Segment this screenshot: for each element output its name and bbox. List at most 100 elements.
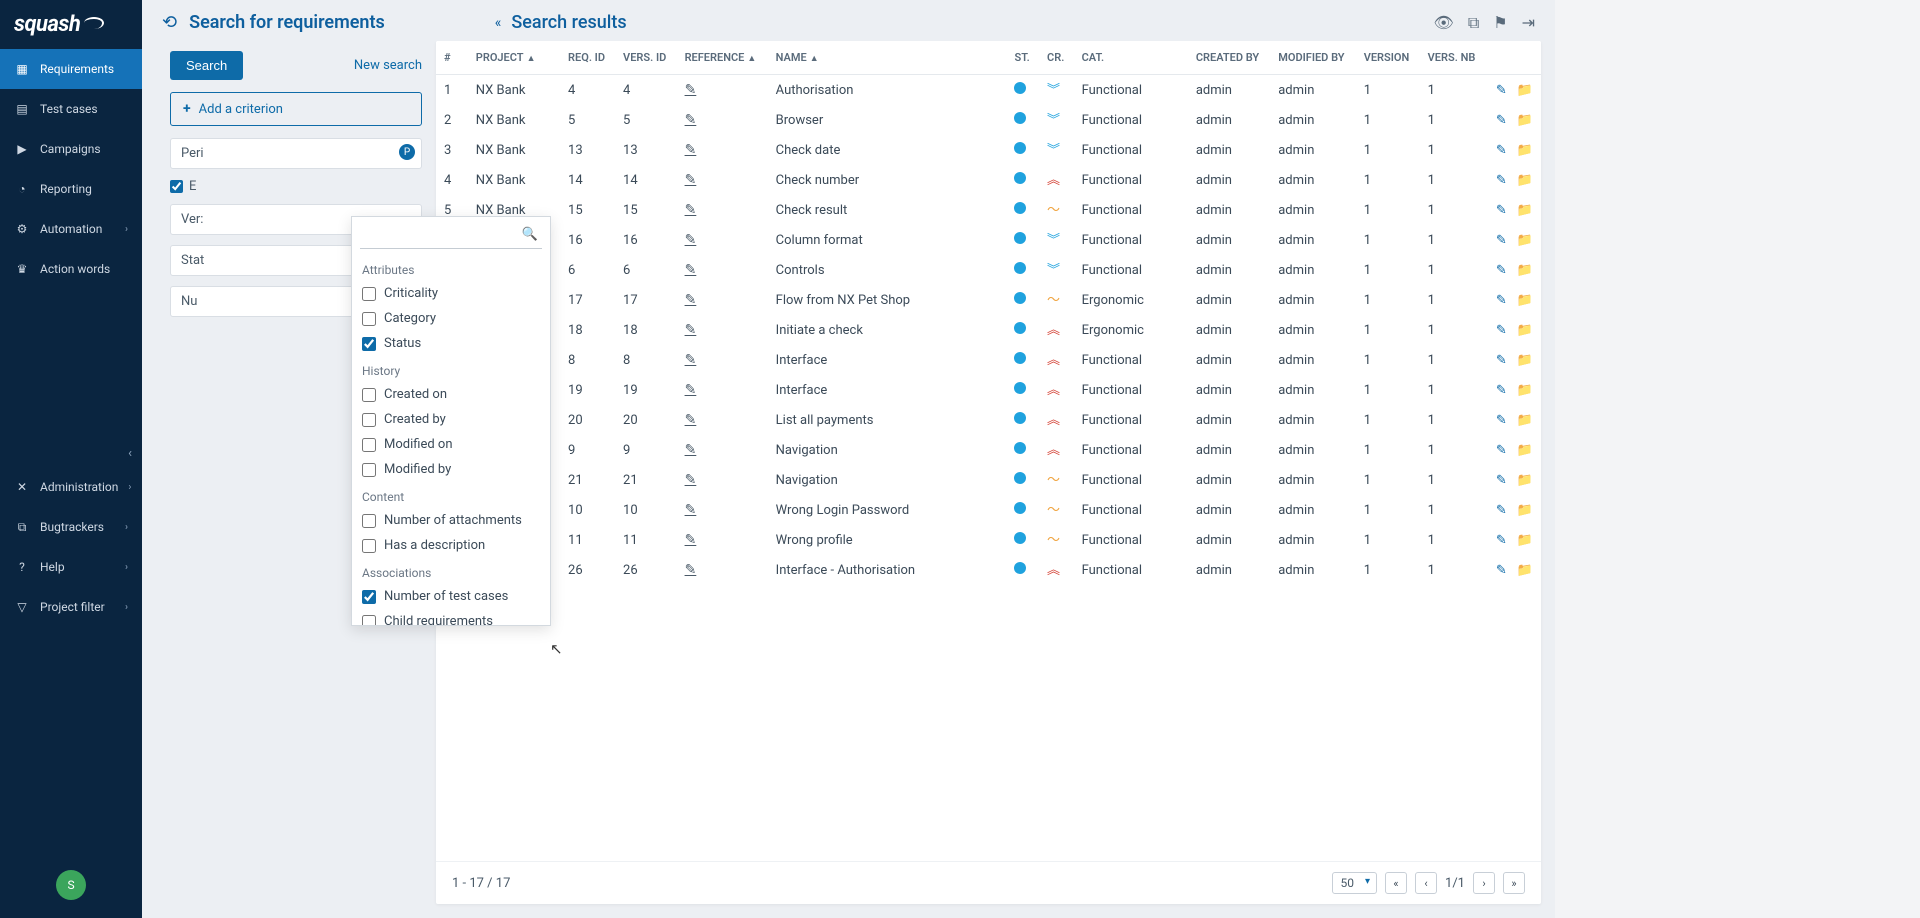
column-header[interactable]: NAME▲ bbox=[768, 41, 1007, 75]
row-edit-icon[interactable]: ✎ bbox=[1496, 233, 1507, 248]
row-folder-icon[interactable]: 📁 bbox=[1517, 533, 1533, 548]
nav-action-words[interactable]: ♛Action words bbox=[0, 249, 142, 289]
cell-reference[interactable]: ✎ bbox=[677, 255, 768, 285]
add-criterion-button[interactable]: + Add a criterion bbox=[170, 92, 422, 126]
dropdown-checkbox[interactable] bbox=[362, 287, 376, 301]
row-edit-icon[interactable]: ✎ bbox=[1496, 503, 1507, 518]
row-folder-icon[interactable]: 📁 bbox=[1517, 323, 1533, 338]
row-edit-icon[interactable]: ✎ bbox=[1496, 443, 1507, 458]
dropdown-checkbox[interactable] bbox=[362, 438, 376, 452]
eye-icon[interactable]: 👁 bbox=[1434, 13, 1454, 33]
table-row[interactable]: 1 NX Bank 4 4 ✎ Authorisation ︾ Function… bbox=[436, 75, 1541, 106]
nav-help[interactable]: ?Help› bbox=[0, 547, 142, 587]
table-row[interactable]: 4 NX Bank 14 14 ✎ Check number ︽ Functio… bbox=[436, 165, 1541, 195]
table-row[interactable]: 2 NX Bank 5 5 ✎ Browser ︾ Functional adm… bbox=[436, 105, 1541, 135]
edit-icon[interactable]: ✎ bbox=[685, 532, 697, 548]
row-edit-icon[interactable]: ✎ bbox=[1496, 113, 1507, 128]
edit-icon[interactable]: ✎ bbox=[685, 112, 697, 128]
row-folder-icon[interactable]: 📁 bbox=[1517, 443, 1533, 458]
row-edit-icon[interactable]: ✎ bbox=[1496, 323, 1507, 338]
edit-icon[interactable]: ✎ bbox=[685, 262, 697, 278]
row-folder-icon[interactable]: 📁 bbox=[1517, 563, 1533, 578]
column-header[interactable]: PROJECT▲ bbox=[468, 41, 560, 75]
column-header[interactable]: VERS. ID bbox=[615, 41, 677, 75]
dropdown-item[interactable]: Has a description bbox=[360, 533, 542, 558]
table-row[interactable]: 6 NX Bank 16 16 ✎ Column format ︾ Functi… bbox=[436, 225, 1541, 255]
dropdown-item[interactable]: Number of attachments bbox=[360, 508, 542, 533]
edit-icon[interactable]: ✎ bbox=[685, 382, 697, 398]
column-header[interactable]: VERS. NB bbox=[1420, 41, 1486, 75]
nav-campaigns[interactable]: ▶Campaigns bbox=[0, 129, 142, 169]
edit-icon[interactable]: ✎ bbox=[685, 352, 697, 368]
nav-bugtrackers[interactable]: ⧉Bugtrackers› bbox=[0, 507, 142, 547]
dropdown-checkbox[interactable] bbox=[362, 388, 376, 402]
cell-reference[interactable]: ✎ bbox=[677, 135, 768, 165]
sidebar-collapse-button[interactable]: ‹ bbox=[118, 440, 142, 467]
cell-reference[interactable]: ✎ bbox=[677, 285, 768, 315]
row-folder-icon[interactable]: 📁 bbox=[1517, 233, 1533, 248]
column-header[interactable]: REQ. ID bbox=[560, 41, 615, 75]
column-header[interactable]: CAT. bbox=[1074, 41, 1188, 75]
column-header[interactable]: # bbox=[436, 41, 468, 75]
dropdown-item[interactable]: Child requirements bbox=[360, 609, 542, 625]
nav-reporting[interactable]: ◔Reporting bbox=[0, 169, 142, 209]
pager-size-select[interactable]: 50 bbox=[1332, 872, 1378, 894]
row-folder-icon[interactable]: 📁 bbox=[1517, 173, 1533, 188]
row-folder-icon[interactable]: 📁 bbox=[1517, 473, 1533, 488]
row-folder-icon[interactable]: 📁 bbox=[1517, 413, 1533, 428]
cell-reference[interactable]: ✎ bbox=[677, 495, 768, 525]
table-row[interactable]: 13 NX Bank 9 9 ✎ Navigation ︽ Functional… bbox=[436, 435, 1541, 465]
dropdown-checkbox[interactable] bbox=[362, 539, 376, 553]
search-button[interactable]: Search bbox=[170, 51, 243, 80]
table-row[interactable]: 7 NX Bank 6 6 ✎ Controls ︾ Functional ad… bbox=[436, 255, 1541, 285]
cell-reference[interactable]: ✎ bbox=[677, 465, 768, 495]
avatar[interactable]: S bbox=[56, 870, 86, 900]
dropdown-checkbox[interactable] bbox=[362, 337, 376, 351]
dropdown-checkbox[interactable] bbox=[362, 463, 376, 477]
cell-reference[interactable]: ✎ bbox=[677, 555, 768, 585]
nav-automation[interactable]: ⚙Automation› bbox=[0, 209, 142, 249]
row-edit-icon[interactable]: ✎ bbox=[1496, 533, 1507, 548]
table-row[interactable]: 9 NX Bank 18 18 ✎ Initiate a check ︽ Erg… bbox=[436, 315, 1541, 345]
row-folder-icon[interactable]: 📁 bbox=[1517, 383, 1533, 398]
dropdown-checkbox[interactable] bbox=[362, 413, 376, 427]
edit-icon[interactable]: ✎ bbox=[685, 472, 697, 488]
dropdown-item[interactable]: Criticality bbox=[360, 281, 542, 306]
cell-reference[interactable]: ✎ bbox=[677, 195, 768, 225]
dropdown-item[interactable]: Number of test cases bbox=[360, 584, 542, 609]
row-edit-icon[interactable]: ✎ bbox=[1496, 143, 1507, 158]
row-edit-icon[interactable]: ✎ bbox=[1496, 203, 1507, 218]
edit-icon[interactable]: ✎ bbox=[685, 82, 697, 98]
row-folder-icon[interactable]: 📁 bbox=[1517, 353, 1533, 368]
column-header[interactable]: CREATED BY bbox=[1188, 41, 1270, 75]
column-header[interactable]: CR. bbox=[1039, 41, 1074, 75]
row-folder-icon[interactable]: 📁 bbox=[1517, 503, 1533, 518]
cell-reference[interactable]: ✎ bbox=[677, 75, 768, 106]
row-edit-icon[interactable]: ✎ bbox=[1496, 83, 1507, 98]
row-folder-icon[interactable]: 📁 bbox=[1517, 263, 1533, 278]
edit-icon[interactable]: ✎ bbox=[685, 322, 697, 338]
export-icon[interactable]: ⇥ bbox=[1522, 13, 1535, 33]
dropdown-item[interactable]: Created by bbox=[360, 407, 542, 432]
dropdown-checkbox[interactable] bbox=[362, 514, 376, 528]
edit-icon[interactable]: ✎ bbox=[685, 442, 697, 458]
cell-reference[interactable]: ✎ bbox=[677, 165, 768, 195]
pager-last-button[interactable]: » bbox=[1503, 872, 1525, 894]
row-folder-icon[interactable]: 📁 bbox=[1517, 143, 1533, 158]
row-folder-icon[interactable]: 📁 bbox=[1517, 83, 1533, 98]
dropdown-item[interactable]: Modified by bbox=[360, 457, 542, 482]
table-row[interactable]: 5 NX Bank 15 15 ✎ Check result 〜 Functio… bbox=[436, 195, 1541, 225]
table-row[interactable]: 8 NX Bank 17 17 ✎ Flow from NX Pet Shop … bbox=[436, 285, 1541, 315]
cell-reference[interactable]: ✎ bbox=[677, 225, 768, 255]
row-folder-icon[interactable]: 📁 bbox=[1517, 113, 1533, 128]
dropdown-checkbox[interactable] bbox=[362, 312, 376, 326]
column-header[interactable]: REFERENCE▲ bbox=[677, 41, 768, 75]
row-edit-icon[interactable]: ✎ bbox=[1496, 413, 1507, 428]
nav-requirements[interactable]: ▦Requirements bbox=[0, 49, 142, 89]
edit-icon[interactable]: ✎ bbox=[685, 292, 697, 308]
edit-icon[interactable]: ✎ bbox=[685, 202, 697, 218]
back-icon[interactable]: ⟲ bbox=[162, 12, 177, 33]
table-row[interactable]: 16 NX Bank 11 11 ✎ Wrong profile 〜 Funct… bbox=[436, 525, 1541, 555]
flag-icon[interactable]: ⚑ bbox=[1493, 13, 1507, 33]
edit-icon[interactable]: ✎ bbox=[685, 172, 697, 188]
